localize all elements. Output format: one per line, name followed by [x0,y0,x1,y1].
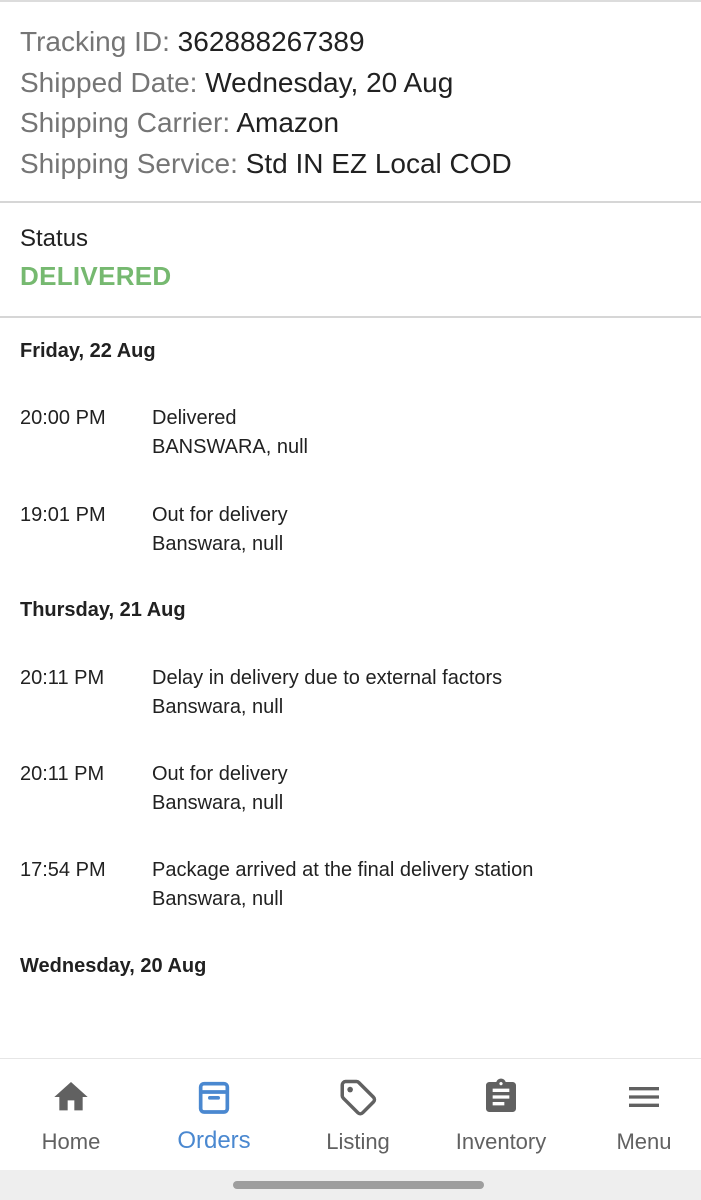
event-location: Banswara, null [152,888,284,910]
event-time: 20:00 PM [20,407,106,429]
event-time: 20:11 PM [20,667,105,689]
hamburger-menu-icon [629,1087,659,1107]
nav-item-listing[interactable]: Listing [288,1059,428,1171]
timeline-event: Delivered BANSWARA, null [152,404,308,462]
event-description: Out for delivery [152,763,288,785]
shipping-carrier-value: Amazon [236,107,340,138]
home-icon [54,1082,88,1111]
event-time: 17:54 PM [20,859,106,881]
shipping-carrier-label: Shipping Carrier: [20,107,237,138]
timeline-event: Delay in delivery due to external factor… [152,664,502,722]
shipped-date-row: Shipped Date: Wednesday, 20 Aug [20,63,512,104]
timeline-date-header: Wednesday, 20 Aug [20,955,207,977]
nav-label-orders: Orders [177,1127,251,1154]
event-location: BANSWARA, null [152,436,308,458]
status-label: Status [20,225,89,252]
event-location: Banswara, null [152,696,284,718]
event-description: Out for delivery [152,504,288,526]
status-badge: DELIVERED [20,261,172,291]
shipping-service-row: Shipping Service: Std IN EZ Local COD [20,144,512,185]
timeline-event: Package arrived at the final delivery st… [152,856,533,914]
bottom-navigation: Home Orders Listing Inventory Menu [0,1058,701,1171]
event-time: 20:11 PM [20,763,105,785]
section-divider [0,316,701,318]
tracking-id-row: Tracking ID: 362888267389 [20,22,512,63]
tracking-id-label: Tracking ID: [20,26,178,57]
timeline-event: Out for delivery Banswara, null [152,501,288,559]
clipboard-icon [486,1078,516,1112]
shipping-carrier-row: Shipping Carrier: Amazon [20,103,512,144]
nav-label-inventory: Inventory [455,1129,547,1154]
nav-label-menu: Menu [616,1129,672,1154]
event-time: 19:01 PM [20,504,106,526]
shipped-date-label: Shipped Date: [20,66,206,98]
timeline-date-header: Thursday, 21 Aug [20,599,186,621]
shipping-service-label: Shipping Service: [20,147,246,179]
section-divider [0,201,701,203]
shipment-info: Tracking ID: 362888267389 Shipped Date: … [20,22,512,184]
tracking-id-value: 362888267389 [177,26,365,57]
top-divider [0,0,701,2]
gesture-navigation-handle[interactable] [233,1181,484,1189]
event-location: Banswara, null [152,792,284,814]
timeline-date-header: Friday, 22 Aug [20,340,156,362]
shipping-service-value: Std IN EZ Local COD [245,147,512,179]
system-gesture-area [0,1170,701,1200]
tag-icon [340,1079,377,1116]
nav-label-listing: Listing [326,1129,390,1154]
nav-item-inventory[interactable]: Inventory [431,1059,571,1171]
event-description: Delivered [152,407,237,429]
timeline-event: Out for delivery Banswara, null [152,760,288,818]
nav-item-orders[interactable]: Orders [144,1059,284,1171]
shipped-date-value: Wednesday, 20 Aug [205,66,454,98]
event-location: Banswara, null [152,533,284,555]
event-description: Package arrived at the final delivery st… [152,859,534,881]
nav-item-menu[interactable]: Menu [574,1059,701,1171]
nav-item-home[interactable]: Home [1,1059,141,1171]
event-description: Delay in delivery due to external factor… [152,667,503,689]
orders-box-icon [198,1081,230,1114]
nav-label-home: Home [41,1129,101,1154]
